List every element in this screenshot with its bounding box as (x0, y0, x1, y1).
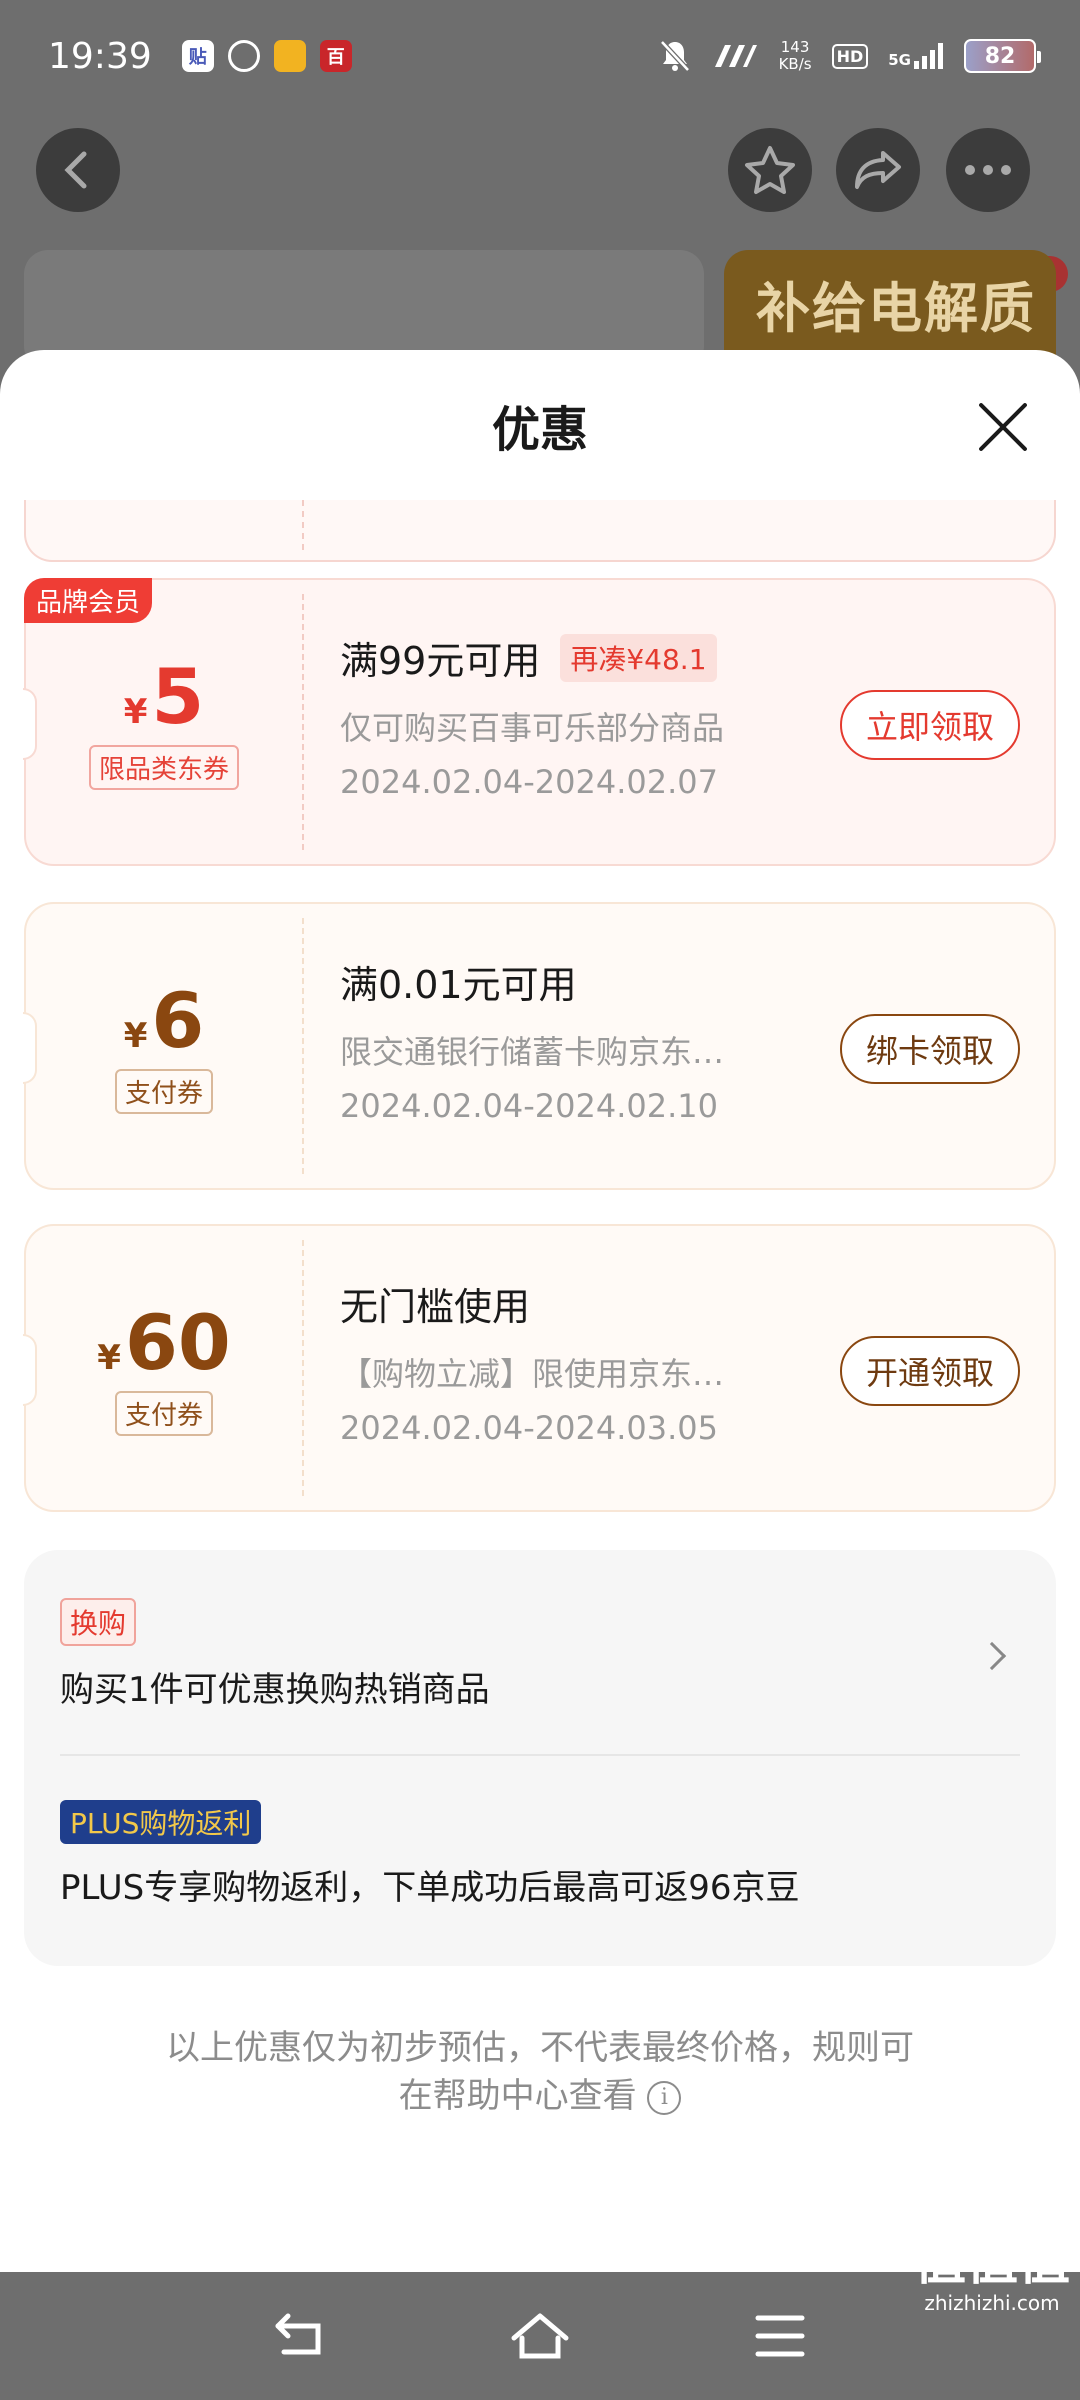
coupon-separator (302, 1240, 304, 1496)
disclaimer-line2: 在帮助中心查看 (398, 2076, 637, 2116)
close-button[interactable] (976, 400, 1030, 454)
signal-icon (914, 43, 943, 69)
disclaimer-line1: 以上优惠仅为初步预估，不代表最终价格，规则可 (166, 2028, 914, 2068)
coupon-description: 限交通银行储蓄卡购京东… (340, 1033, 725, 1071)
amount-value: 6 (151, 975, 205, 1065)
watermark-main: 值值值 (913, 2232, 1070, 2292)
trade-in-promo[interactable]: 换购 购买1件可优惠换购热销商品 (60, 1598, 1020, 1711)
sheet-header: 优惠 (0, 350, 1080, 500)
sheet-title: 优惠 (491, 402, 588, 458)
condition-text: 无门槛使用 (340, 1285, 531, 1329)
condition-text: 满0.01元可用 (340, 963, 577, 1007)
coupon-condition: 满99元可用 再凑¥48.1 (340, 630, 840, 685)
coupon-validity-date: 2024.02.04-2024.03.05 (340, 1409, 718, 1447)
speed-unit: KB/s (778, 55, 812, 73)
menu-nav-icon[interactable] (748, 2308, 812, 2364)
status-time: 19:39 (48, 35, 152, 77)
hd-icon: HD (831, 43, 869, 69)
addon-amount-tag: 再凑¥48.1 (560, 633, 717, 682)
currency-symbol: ¥ (123, 691, 148, 732)
coupon-type-tag: 限品类东券 (88, 744, 239, 790)
coupon-validity-date: 2024.02.04-2024.02.10 (340, 1087, 718, 1125)
app-notification-icon (227, 40, 260, 72)
coupon-details: 满0.01元可用 限交通银行储蓄卡购京东… 2024.02.04-2024.02… (340, 954, 840, 1125)
plus-rebate-text: PLUS专享购物返利，下单成功后最高可返96京豆 (60, 1868, 800, 1908)
trade-in-text: 购买1件可优惠换购热销商品 (60, 1670, 490, 1710)
star-icon (745, 146, 795, 194)
coupon-type-tag: 支付券 (114, 1390, 213, 1436)
coupon-card: 品牌会员 ¥ 5 限品类东券 满99元可用 再凑¥48.1 仅可购买百事可乐部分… (23, 578, 1056, 866)
more-button[interactable] (946, 128, 1030, 212)
chevron-left-icon (64, 151, 87, 189)
promotions-panel: 换购 购买1件可优惠换购热销商品 PLUS购物返利 PLUS专享购物返利，下单成… (24, 1550, 1056, 1966)
activate-claim-button[interactable]: 开通领取 (839, 1336, 1020, 1406)
divider (60, 1754, 1020, 1756)
network-type: 5G (888, 51, 911, 69)
status-bar: 19:39 贴 百 143 KB/s HD 5G 82 (0, 0, 1080, 112)
coupon-description: 【购物立减】限使用京东… (340, 1355, 725, 1393)
coupon-condition: 无门槛使用 (340, 1276, 840, 1331)
app-notification-icon: 百 (319, 40, 352, 72)
app-notification-icon (273, 40, 306, 72)
currency-symbol: ¥ (97, 1337, 121, 1378)
coupon-separator (302, 500, 304, 550)
favorite-button[interactable] (728, 128, 812, 212)
disclaimer: 以上优惠仅为初步预估，不代表最终价格，规则可 在帮助中心查看 i (130, 2024, 950, 2120)
share-icon (855, 151, 901, 189)
coupon-value: ¥ 60 支付券 (26, 1226, 302, 1510)
banner-text: 补给电解质 (756, 277, 1036, 340)
amount-value: 60 (124, 1297, 231, 1387)
coupon-separator (302, 918, 304, 1174)
coupon-value: ¥ 5 限品类东券 (26, 580, 302, 864)
claim-now-button[interactable]: 立即领取 (839, 690, 1020, 760)
background-nav: 99+ (0, 128, 1080, 292)
coupon-validity-date: 2024.02.04-2024.02.07 (340, 763, 718, 801)
coupon-card: ¥ 6 支付券 满0.01元可用 限交通银行储蓄卡购京东… 2024.02.04… (23, 902, 1056, 1190)
speed-value: 143 (780, 38, 810, 56)
plus-rebate-tag: PLUS购物返利 (60, 1800, 262, 1844)
plus-rebate-promo: PLUS购物返利 PLUS专享购物返利，下单成功后最高可返96京豆 (60, 1800, 1020, 1909)
coupon-card: ¥ 60 支付券 无门槛使用 【购物立减】限使用京东… 2024.02.04-2… (23, 1224, 1056, 1512)
coupon-amount: ¥ 6 (123, 975, 205, 1065)
back-button[interactable] (36, 128, 120, 212)
coupon-card-partial (24, 500, 1056, 562)
coupon-amount: ¥ 60 (97, 1297, 231, 1387)
more-dots-icon (965, 165, 1011, 175)
app-notification-icon: 贴 (181, 40, 214, 72)
coupon-sheet: 优惠 品牌会员 ¥ 5 限品类东券 满99元可用 再凑¥48.1 仅可购买百事可… (0, 350, 1080, 2272)
info-icon[interactable]: i (647, 2080, 682, 2115)
watermark: 值值值 zhizhizhi.com (914, 2232, 1070, 2314)
share-button[interactable] (836, 128, 920, 212)
battery-icon: 82 (964, 39, 1041, 73)
coupon-description: 仅可购买百事可乐部分商品 (340, 709, 725, 747)
coupon-value: ¥ 6 支付券 (26, 904, 302, 1188)
notification-icons: 贴 百 (181, 40, 352, 72)
condition-text: 满99元可用 (340, 639, 541, 683)
mobile-data-icon (714, 45, 757, 67)
network-speed: 143 KB/s (779, 39, 812, 73)
currency-symbol: ¥ (123, 1015, 148, 1056)
coupon-separator (302, 594, 304, 850)
coupon-amount: ¥ 5 (123, 651, 205, 741)
home-nav-icon[interactable] (508, 2308, 572, 2364)
coupon-details: 无门槛使用 【购物立减】限使用京东… 2024.02.04-2024.03.05 (340, 1276, 840, 1447)
mute-bell-icon (659, 40, 690, 72)
watermark-sub: zhizhizhi.com (924, 2291, 1060, 2315)
bind-card-claim-button[interactable]: 绑卡领取 (839, 1014, 1020, 1084)
trade-in-tag: 换购 (60, 1598, 137, 1646)
coupon-details: 满99元可用 再凑¥48.1 仅可购买百事可乐部分商品 2024.02.04-2… (340, 630, 840, 801)
amount-value: 5 (151, 651, 205, 741)
coupon-condition: 满0.01元可用 (340, 954, 840, 1009)
battery-level: 82 (984, 43, 1016, 69)
back-nav-icon[interactable] (270, 2308, 334, 2364)
coupon-type-tag: 支付券 (114, 1068, 213, 1114)
